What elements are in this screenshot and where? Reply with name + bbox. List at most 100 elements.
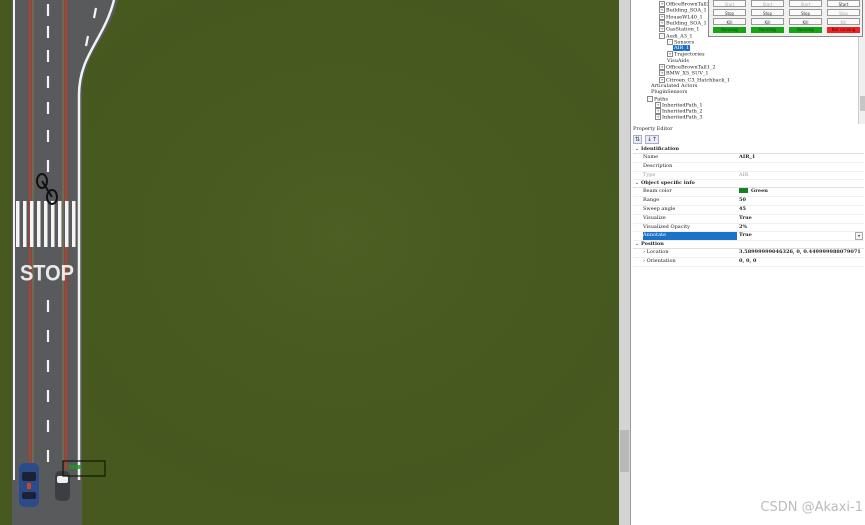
- stop-button[interactable]: Stop: [789, 9, 822, 16]
- property-key: Annotate: [643, 232, 737, 241]
- property-value[interactable]: AIR_1: [739, 154, 864, 162]
- tree-node[interactable]: Articulated Actors: [651, 83, 697, 89]
- expand-icon[interactable]: +: [659, 7, 665, 14]
- property-editor-toolbar: ⇅ ↓↑: [633, 135, 660, 144]
- property-category[interactable]: ⌄ Object specific info: [633, 180, 864, 189]
- collapse-icon[interactable]: ⌄: [633, 180, 641, 187]
- expand-icon[interactable]: +: [667, 51, 673, 58]
- viewport-splitter[interactable]: [619, 0, 630, 525]
- start-button[interactable]: Start: [751, 0, 784, 7]
- property-key: Type: [643, 171, 656, 178]
- property-value[interactable]: True: [739, 232, 864, 240]
- property-category[interactable]: ⌄ Identification: [633, 146, 864, 154]
- expand-icon[interactable]: +: [655, 114, 661, 121]
- sort-alphabetical-button[interactable]: ↓↑: [645, 135, 660, 144]
- collapse-icon[interactable]: -: [667, 38, 673, 45]
- start-button[interactable]: Start: [827, 0, 860, 7]
- property-value[interactable]: 3.58999999046326, 0, 0.449999988079071: [739, 249, 864, 257]
- kill-button[interactable]: Kill: [713, 18, 746, 25]
- stop-button[interactable]: Stop: [827, 9, 860, 16]
- watermark: CSDN @Akaxi-1: [760, 500, 863, 515]
- status-indicator: Running: [713, 27, 746, 33]
- status-indicator: Not running: [827, 27, 860, 33]
- stop-road-marking: STOP: [20, 262, 74, 286]
- property-value[interactable]: 45: [739, 206, 864, 214]
- crosswalk: [16, 201, 76, 247]
- start-button[interactable]: Start: [713, 0, 746, 7]
- splitter-handle[interactable]: [620, 430, 629, 472]
- property-row[interactable]: › Location 3.58999999046326, 0, 0.4499999…: [633, 249, 864, 258]
- expand-icon[interactable]: +: [659, 26, 665, 33]
- kill-button[interactable]: Kill: [827, 18, 860, 25]
- property-key: › Location: [643, 249, 669, 256]
- property-row[interactable]: Sweep angle 45: [633, 206, 864, 215]
- kill-button[interactable]: Kill: [789, 18, 822, 25]
- tree-node[interactable]: + InheritedPath_3: [655, 114, 703, 121]
- tree-node[interactable]: PluginSensors: [651, 89, 687, 95]
- property-row[interactable]: Name AIR_1: [633, 154, 864, 163]
- category-label: Identification: [641, 146, 679, 152]
- property-row[interactable]: Visualized Opacity 2%: [633, 224, 864, 233]
- property-key: Range: [643, 197, 660, 204]
- property-row[interactable]: › Orientation 0, 0, 0: [633, 258, 864, 267]
- stop-button[interactable]: Stop: [751, 9, 784, 16]
- property-grid[interactable]: ⌄ Identification Name AIR_1 Description Type A…: [633, 146, 864, 267]
- property-value[interactable]: 50: [739, 197, 864, 205]
- expand-icon[interactable]: +: [655, 108, 661, 115]
- tree-scrollbar-thumb[interactable]: [860, 96, 865, 111]
- experiment-control-panel: Start Stop Kill Running Start Stop Kill Running…: [708, 0, 863, 37]
- property-row[interactable]: Beam color Green: [633, 188, 864, 198]
- property-key: › Orientation: [643, 257, 676, 264]
- expand-icon[interactable]: +: [659, 76, 665, 83]
- sort-categorized-button[interactable]: ⇅: [633, 135, 643, 144]
- tree-node-label: PluginSensors: [651, 89, 688, 96]
- dropdown-arrow-icon[interactable]: ▾: [855, 232, 863, 241]
- property-key: Sweep angle: [643, 205, 676, 212]
- property-row[interactable]: Description: [633, 163, 864, 172]
- expand-icon[interactable]: +: [659, 13, 665, 20]
- road-scene: STOP: [0, 0, 619, 525]
- property-key: Name: [643, 154, 659, 160]
- property-key: Description: [643, 162, 673, 169]
- tree-node-label: AIR_1: [673, 45, 691, 52]
- tree-node-label: Articulated Actors: [651, 82, 698, 89]
- property-value[interactable]: 0, 0, 0: [739, 258, 864, 266]
- color-swatch: [739, 188, 748, 194]
- property-category[interactable]: ⌄ Position: [633, 241, 864, 250]
- expand-icon[interactable]: +: [659, 19, 665, 26]
- property-row[interactable]: Type AIR: [633, 172, 864, 181]
- property-value[interactable]: 2%: [739, 224, 864, 232]
- status-indicator: Running: [789, 27, 822, 33]
- property-row[interactable]: Annotate True ▾: [633, 232, 864, 242]
- property-value[interactable]: True: [739, 215, 864, 223]
- expand-icon[interactable]: +: [659, 1, 665, 7]
- tree-node-label: InheritedPath_3: [662, 114, 703, 121]
- property-key: Beam color: [643, 188, 672, 195]
- property-row[interactable]: Visualize True: [633, 215, 864, 224]
- category-label: Object specific info: [641, 180, 695, 187]
- collapse-icon[interactable]: ⌄: [633, 146, 641, 153]
- collapse-icon[interactable]: -: [647, 95, 653, 102]
- tree-node[interactable]: VisuAids: [667, 58, 689, 64]
- expand-icon[interactable]: +: [655, 101, 661, 108]
- start-button[interactable]: Start: [789, 0, 822, 7]
- simulation-viewport[interactable]: STOP: [0, 0, 619, 525]
- property-value[interactable]: Green: [739, 188, 864, 196]
- stop-button[interactable]: Stop: [713, 9, 746, 16]
- category-label: Position: [641, 241, 664, 248]
- collapse-icon[interactable]: -: [659, 32, 665, 39]
- property-key: Visualize: [643, 214, 666, 221]
- kill-button[interactable]: Kill: [751, 18, 784, 25]
- property-key: Visualized Opacity: [643, 223, 690, 230]
- collapse-icon[interactable]: ⌄: [633, 241, 641, 248]
- right-panel: + OfficeBrownTall2_ + Building_SOA_1 + HouseW…: [630, 0, 865, 525]
- expand-icon[interactable]: +: [659, 64, 665, 70]
- tree-node-label: VisuAids: [667, 57, 689, 64]
- ego-car-blue: [19, 463, 39, 507]
- tree-node[interactable]: AIR_1: [673, 45, 691, 52]
- status-indicator: Running: [751, 27, 784, 33]
- property-value: AIR: [739, 171, 749, 178]
- property-row[interactable]: Range 50: [633, 197, 864, 206]
- expand-icon[interactable]: +: [659, 70, 665, 77]
- property-editor-title: Property Editor: [633, 126, 673, 132]
